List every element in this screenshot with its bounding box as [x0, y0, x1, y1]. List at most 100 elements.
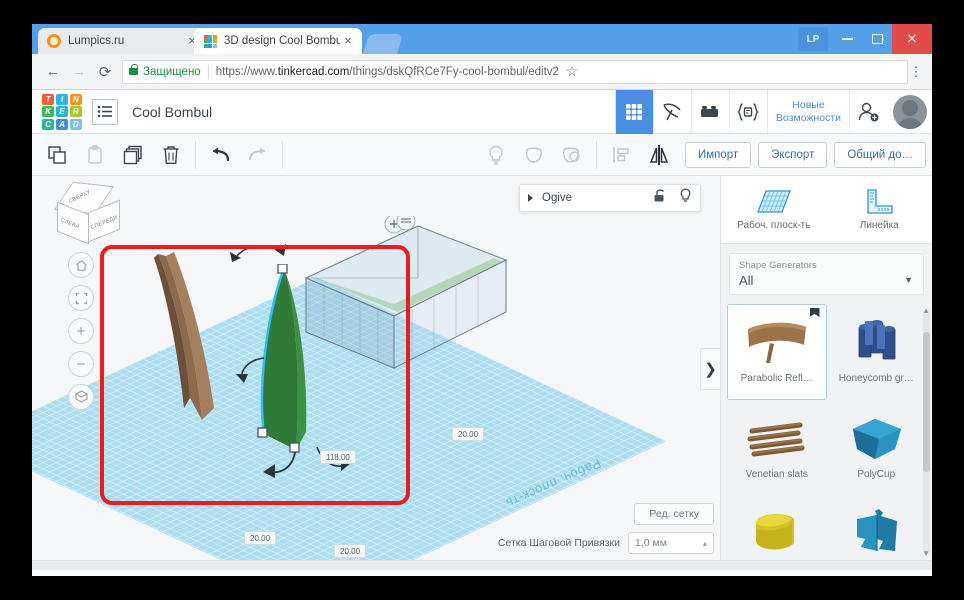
tab-close-icon[interactable]: × — [340, 34, 356, 48]
dimension-height-top[interactable]: 20.00 — [452, 427, 484, 441]
maximize-button[interactable] — [862, 24, 892, 54]
url-text: https://www.tinkercad.com/things/dskQfRC… — [216, 66, 559, 78]
delete-icon[interactable] — [152, 135, 190, 175]
dimension-width-left[interactable]: 20.00 — [244, 531, 276, 545]
secure-label: Защищено — [143, 66, 201, 78]
object-properties-panel[interactable]: Ogive — [519, 184, 701, 212]
new-tab-button[interactable] — [363, 34, 403, 54]
edit-toolbar: Импорт Экспорт Общий до… — [32, 134, 932, 176]
undo-icon[interactable] — [201, 135, 239, 175]
lightbulb-icon[interactable] — [477, 135, 515, 175]
tab-title: 3D design Cool Bombul | — [224, 35, 340, 47]
panel-collapse-icon[interactable] — [528, 194, 533, 202]
browser-menu-icon[interactable]: ⋮ — [908, 64, 924, 80]
transparent-box-model[interactable] — [294, 216, 514, 396]
ruler-tool-label: Линейка — [860, 220, 899, 231]
rotate-handle-side[interactable] — [234, 354, 272, 386]
fit-view-button[interactable] — [68, 285, 94, 311]
snap-grid-select[interactable]: 1,0 мм ▴ — [628, 532, 714, 554]
edit-grid-button[interactable]: Ред. сетку — [634, 503, 714, 525]
page-title: Cool Bombul — [132, 104, 212, 120]
reload-button[interactable]: ⟳ — [92, 59, 118, 85]
shape-yellow-cylinder[interactable] — [727, 496, 827, 560]
view-controls: + − — [68, 252, 94, 417]
lightbulb-icon[interactable] — [679, 188, 692, 209]
toolbar-divider-2 — [282, 141, 283, 169]
dimension-width-right[interactable]: 20.00 — [334, 544, 366, 558]
view-cube[interactable]: СВЕРХУ СЛЕВА СПЕРЕДИ — [54, 184, 126, 248]
blue-fin-thumb — [839, 505, 913, 560]
scroll-up-icon[interactable]: ▲ — [922, 306, 930, 315]
hole-icon[interactable] — [553, 135, 591, 175]
snap-grid-value: 1,0 мм — [635, 537, 667, 549]
sidebar-collapse-button[interactable]: ❯ — [700, 348, 720, 390]
back-button[interactable]: ← — [40, 59, 66, 85]
shape-venetian-slats[interactable]: Venetian slats — [727, 400, 827, 496]
shape-parabolic-reflector[interactable]: Parabolic Refl… — [727, 304, 827, 400]
desktop-background: Lumpics.ru × 3D design Cool Bombul | × L… — [0, 0, 964, 600]
workspace: Рабоч. плоск-ть — [32, 176, 932, 560]
redo-icon[interactable] — [239, 135, 277, 175]
chevron-down-icon: ▼ — [904, 275, 913, 285]
url-prefix: https://www. — [216, 66, 278, 78]
mirror-icon[interactable] — [640, 135, 678, 175]
shape-generators-value: All — [739, 273, 914, 288]
rotate-handle-top[interactable] — [228, 236, 298, 272]
paste-icon[interactable] — [76, 135, 114, 175]
design-canvas[interactable]: Рабоч. плоск-ть — [32, 176, 720, 560]
brown-reflector-model[interactable] — [150, 248, 226, 428]
list-menu-icon[interactable] — [92, 99, 118, 125]
browser-tab-lumpics[interactable]: Lumpics.ru × — [38, 28, 206, 54]
workplane-tool[interactable]: Рабоч. плоск-ть — [721, 176, 827, 243]
tinkercad-favicon-icon — [203, 34, 217, 48]
shape-generators-select[interactable]: Shape Generators All ▼ — [729, 253, 924, 295]
gallery-scrollbar-thumb[interactable] — [923, 332, 930, 472]
bookmark-star-icon[interactable]: ☆ — [563, 63, 581, 80]
gallery-scrollbar[interactable] — [923, 310, 930, 554]
omnibox-divider — [208, 65, 209, 79]
rotate-handle-bottom[interactable] — [257, 446, 301, 482]
add-user-icon[interactable] — [849, 90, 887, 134]
pickaxe-icon[interactable] — [653, 90, 691, 134]
new-features-line2: Возможности — [776, 112, 841, 125]
align-icon[interactable] — [602, 135, 640, 175]
shape-honeycomb-grid[interactable]: Honeycomb gr… — [827, 304, 927, 400]
group-icon[interactable] — [515, 135, 553, 175]
lego-brick-icon[interactable] — [691, 90, 729, 134]
forward-button[interactable]: → — [66, 59, 92, 85]
lock-icon — [129, 68, 138, 75]
user-avatar[interactable] — [893, 95, 927, 129]
logo-tile-c: C — [42, 119, 54, 130]
export-button[interactable]: Экспорт — [758, 142, 827, 168]
logo-tile-k: K — [42, 106, 54, 117]
url-path: /things/dskQfRCe7Fy-cool-bombul/editv2 — [349, 66, 559, 78]
perspective-toggle-button[interactable] — [68, 384, 94, 410]
copy-icon[interactable] — [38, 135, 76, 175]
parabolic-reflector-thumb — [740, 313, 814, 371]
zoom-out-button[interactable]: − — [68, 351, 94, 377]
grid-view-icon[interactable] — [615, 90, 653, 134]
dimension-length[interactable]: 118.00 — [320, 450, 356, 464]
share-button[interactable]: Общий до… — [834, 142, 926, 168]
browser-window: Lumpics.ru × 3D design Cool Bombul | × L… — [32, 24, 932, 576]
url-input[interactable]: Защищено https://www.tinkercad.com/thing… — [122, 60, 908, 84]
lp-badge[interactable]: LP — [798, 27, 828, 51]
close-button[interactable]: ✕ — [892, 24, 932, 54]
ruler-tool[interactable]: Линейка — [827, 176, 933, 243]
unlock-icon[interactable] — [653, 188, 667, 208]
import-button[interactable]: Импорт — [685, 142, 751, 168]
zoom-in-button[interactable]: + — [68, 318, 94, 344]
code-blocks-icon[interactable] — [729, 90, 767, 134]
home-view-button[interactable] — [68, 252, 94, 278]
snap-grid-row: Сетка Шаговой Привязки 1,0 мм ▴ — [498, 532, 714, 554]
logo-tile-n: N — [70, 94, 82, 105]
scroll-down-icon[interactable]: ▼ — [922, 549, 930, 558]
browser-tab-tinkercad[interactable]: 3D design Cool Bombul | × — [194, 28, 362, 54]
minimize-button[interactable] — [832, 24, 862, 54]
new-features-link[interactable]: Новые Возможности — [767, 90, 849, 134]
tinkercad-logo[interactable]: T I N K E R C A D — [42, 94, 82, 130]
shape-polycup[interactable]: PolyCup — [827, 400, 927, 496]
shape-gallery[interactable]: Parabolic Refl… — [721, 304, 932, 560]
shape-blue-fin[interactable] — [827, 496, 927, 560]
duplicate-icon[interactable] — [114, 135, 152, 175]
